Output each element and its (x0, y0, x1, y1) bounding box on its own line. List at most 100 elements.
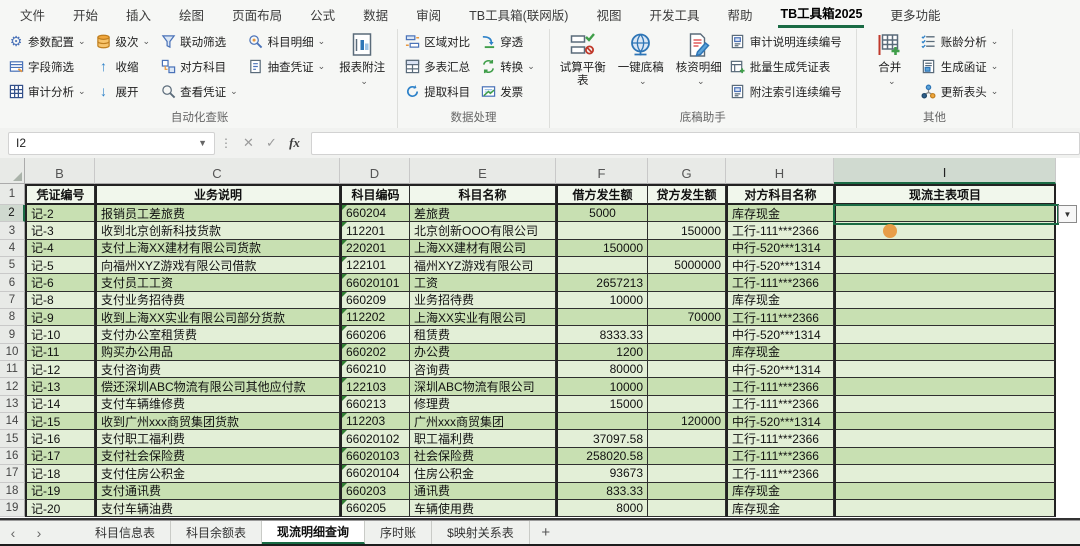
column-header-G[interactable]: G (648, 158, 726, 184)
cell-D9[interactable]: 660206 (340, 326, 410, 343)
cell-F12[interactable]: 10000 (556, 378, 648, 395)
trial-balance-sheet-button[interactable]: 试算平衡表 (555, 29, 611, 88)
drill-through-button[interactable]: 穿透 (479, 29, 535, 54)
cell-F2[interactable]: 5000 (556, 205, 648, 222)
cell-F18[interactable]: 833.33 (556, 483, 648, 500)
cell-E6[interactable]: 工资 (410, 274, 556, 291)
cell-D6[interactable]: 66020101 (340, 274, 410, 291)
cell-F6[interactable]: 2657213 (556, 274, 648, 291)
row-header-2[interactable]: 2 (0, 205, 25, 222)
cell-F19[interactable]: 8000 (556, 500, 648, 517)
cell-D15[interactable]: 66020102 (340, 430, 410, 447)
cell-G19[interactable] (648, 500, 726, 517)
cell-F10[interactable]: 1200 (556, 344, 648, 361)
cell-C16[interactable]: 支付社会保险费 (95, 448, 340, 465)
cell-I4[interactable] (834, 240, 1056, 257)
cell-H10[interactable]: 库存现金 (726, 344, 834, 361)
collapse-button[interactable]: ↑收缩 (95, 54, 151, 79)
cell-B16[interactable]: 记-17 (25, 448, 95, 465)
row-header-9[interactable]: 9 (0, 326, 25, 343)
formula-input[interactable] (311, 132, 1080, 155)
chevron-down-icon[interactable]: ⌄ (143, 36, 151, 47)
note-index-serial-number-button[interactable]: 附注索引连续编号 (729, 79, 842, 104)
cell-E8[interactable]: 上海XX实业有限公司 (410, 309, 556, 326)
cell-D10[interactable]: 660202 (340, 344, 410, 361)
table-header-cell[interactable]: 凭证编号 (25, 184, 95, 205)
cell-H12[interactable]: 工行-111***2366 (726, 378, 834, 395)
cell-E10[interactable]: 办公费 (410, 344, 556, 361)
chevron-down-icon[interactable]: ⌄ (78, 86, 86, 97)
sheet-tab-mapping-relation[interactable]: $映射关系表 (432, 521, 530, 544)
cell-D2[interactable]: 660204 (340, 205, 410, 222)
menu-tab-developer[interactable]: 开发工具 (647, 0, 701, 28)
chevron-down-icon[interactable]: ⌄ (888, 75, 896, 88)
column-header-B[interactable]: B (25, 158, 95, 184)
row-header-7[interactable]: 7 (0, 292, 25, 309)
cell-D17[interactable]: 66020104 (340, 465, 410, 482)
table-header-cell[interactable]: 借方发生额 (556, 184, 648, 205)
chevron-down-icon[interactable]: ⌄ (318, 36, 326, 47)
cell-D14[interactable]: 112203 (340, 413, 410, 430)
subject-detail-button[interactable]: 科目明细⌄ (247, 29, 326, 54)
cell-D5[interactable]: 122101 (340, 257, 410, 274)
row-header-17[interactable]: 17 (0, 465, 25, 482)
cell-D7[interactable]: 660209 (340, 292, 410, 309)
cell-D4[interactable]: 220201 (340, 240, 410, 257)
sheet-nav-right-icon[interactable]: › (26, 521, 52, 544)
column-header-E[interactable]: E (410, 158, 556, 184)
cell-H9[interactable]: 中行-520***1314 (726, 326, 834, 343)
cell-H7[interactable]: 库存现金 (726, 292, 834, 309)
cell-I8[interactable] (834, 309, 1056, 326)
cell-G8[interactable]: 70000 (648, 309, 726, 326)
cell-F14[interactable] (556, 413, 648, 430)
cell-D11[interactable]: 660210 (340, 361, 410, 378)
cell-C4[interactable]: 支付上海XX建材有限公司货款 (95, 240, 340, 257)
row-header-8[interactable]: 8 (0, 309, 25, 326)
cell-I2[interactable] (834, 205, 1056, 222)
cell-D13[interactable]: 660213 (340, 396, 410, 413)
cell-D8[interactable]: 112202 (340, 309, 410, 326)
chevron-down-icon[interactable]: ⌄ (230, 86, 238, 97)
cell-E3[interactable]: 北京创新OOO有限公司 (410, 222, 556, 239)
cell-G17[interactable] (648, 465, 726, 482)
row-header-14[interactable]: 14 (0, 413, 25, 430)
cell-C5[interactable]: 向福州XYZ游戏有限公司借款 (95, 257, 340, 274)
cell-B14[interactable]: 记-15 (25, 413, 95, 430)
cell-B5[interactable]: 记-5 (25, 257, 95, 274)
cell-I17[interactable] (834, 465, 1056, 482)
cell-F16[interactable]: 258020.58 (556, 448, 648, 465)
cell-G2[interactable] (648, 205, 726, 222)
menu-tab-view[interactable]: 视图 (594, 0, 623, 28)
cell-H11[interactable]: 中行-520***1314 (726, 361, 834, 378)
audit-note-serial-number-button[interactable]: 审计说明连续编号 (729, 29, 842, 54)
cell-C12[interactable]: 偿还深圳ABC物流有限公司其他应付款 (95, 378, 340, 395)
cell-G4[interactable] (648, 240, 726, 257)
row-header-4[interactable]: 4 (0, 240, 25, 257)
sheet-tab-cashflow-detail-query[interactable]: 现流明细查询 (262, 521, 365, 544)
menu-tab-tb-toolbox-2025[interactable]: TB工具箱2025 (778, 0, 864, 28)
view-voucher-button[interactable]: 查看凭证⌄ (159, 79, 238, 104)
table-header-cell[interactable]: 贷方发生额 (648, 184, 726, 205)
chevron-down-icon[interactable]: ⌄ (318, 61, 326, 72)
cell-E5[interactable]: 福州XYZ游戏有限公司 (410, 257, 556, 274)
cell-B12[interactable]: 记-13 (25, 378, 95, 395)
cell-G14[interactable]: 120000 (648, 413, 726, 430)
cell-F7[interactable]: 10000 (556, 292, 648, 309)
cell-H15[interactable]: 工行-111***2366 (726, 430, 834, 447)
row-header-13[interactable]: 13 (0, 396, 25, 413)
cell-D16[interactable]: 66020103 (340, 448, 410, 465)
cell-H6[interactable]: 工行-111***2366 (726, 274, 834, 291)
menu-tab-review[interactable]: 审阅 (414, 0, 443, 28)
table-header-cell[interactable]: 对方科目名称 (726, 184, 834, 205)
cell-G12[interactable] (648, 378, 726, 395)
cell-H18[interactable]: 库存现金 (726, 483, 834, 500)
menu-tab-home[interactable]: 开始 (71, 0, 100, 28)
cell-H2[interactable]: 库存现金 (726, 205, 834, 222)
cell-B19[interactable]: 记-20 (25, 500, 95, 517)
level-button[interactable]: 级次⌄ (95, 29, 151, 54)
add-sheet-button[interactable]: + (530, 521, 562, 544)
cell-B15[interactable]: 记-16 (25, 430, 95, 447)
cell-B10[interactable]: 记-11 (25, 344, 95, 361)
cell-G3[interactable]: 150000 (648, 222, 726, 239)
cell-G11[interactable] (648, 361, 726, 378)
